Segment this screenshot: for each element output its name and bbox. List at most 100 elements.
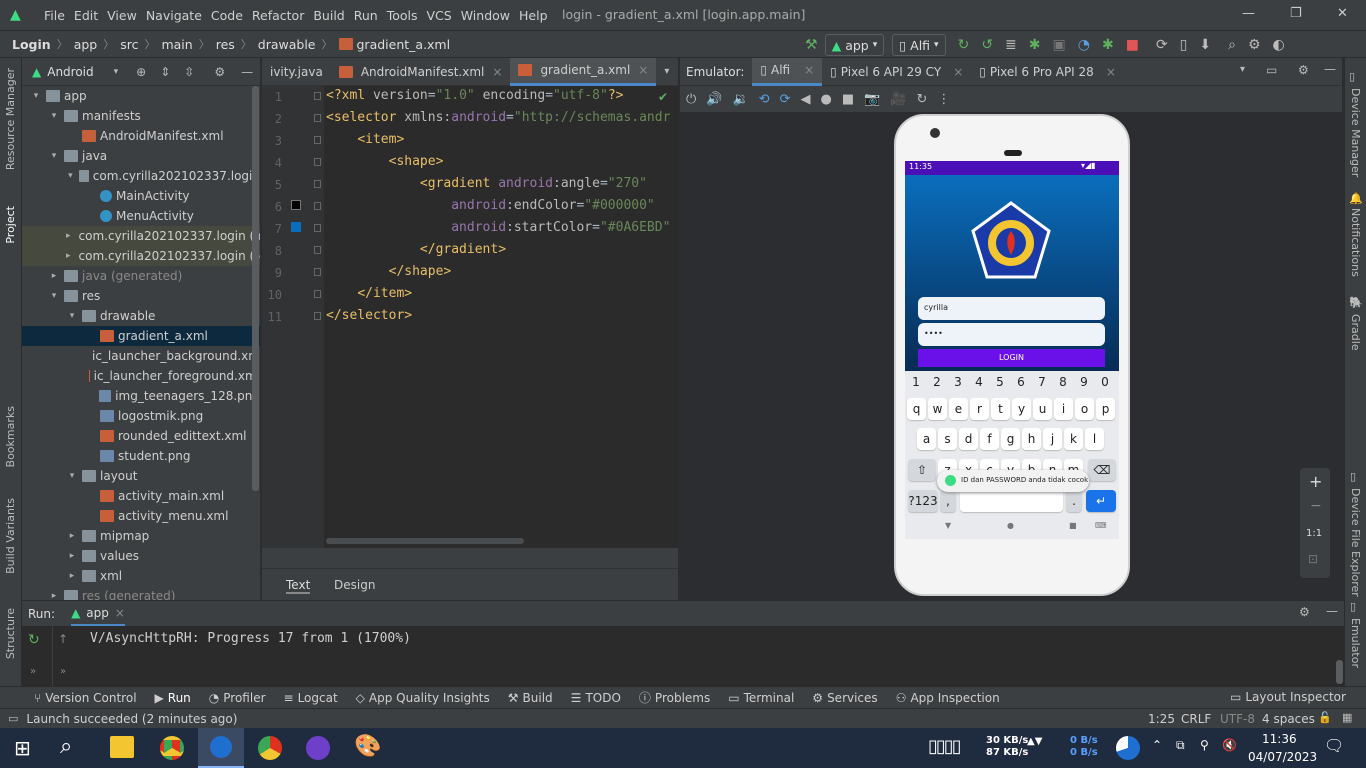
enter-key-icon[interactable]: ↵ <box>1086 490 1116 512</box>
color-swatch-blue[interactable] <box>291 222 301 232</box>
hide-icon[interactable]: — <box>1326 604 1338 618</box>
status-message[interactable]: Launch succeeded (2 minutes ago) <box>26 712 237 726</box>
coverage-icon[interactable]: ✱ <box>1102 37 1114 53</box>
speaker-muted-icon[interactable]: 🔇 <box>1222 738 1237 752</box>
fold-marker-icon[interactable] <box>314 114 321 122</box>
rotate-left-icon[interactable]: ⟲ <box>759 92 770 107</box>
run-config-select[interactable]: ▲ app ▾ <box>824 34 885 56</box>
nav-back-icon[interactable]: ▼ <box>945 521 951 530</box>
space-key[interactable] <box>960 490 1063 512</box>
key-h[interactable]: h <box>1022 428 1041 450</box>
chevron-down-icon[interactable]: ▾ <box>1240 64 1245 75</box>
rotate-right-icon[interactable]: ⟳ <box>780 92 791 107</box>
key-t[interactable]: t <box>991 398 1010 420</box>
tool-window-terminal[interactable]: ▭ Terminal <box>728 691 794 705</box>
tree-item[interactable]: ▾ drawable <box>22 306 260 326</box>
device-manager-icon[interactable]: ▯ <box>1180 37 1188 53</box>
expand-arrow-icon[interactable]: ▸ <box>66 551 78 561</box>
profiler-icon[interactable]: ◔ <box>1078 37 1090 53</box>
volume-up-icon[interactable]: 🔊 <box>706 92 722 107</box>
window-mode-icon[interactable]: ▭ <box>1266 63 1277 77</box>
key-p[interactable]: p <box>1096 398 1115 420</box>
project-tab[interactable]: Project <box>4 206 17 244</box>
clock-time[interactable]: 11:36 <box>1262 732 1297 746</box>
tree-item[interactable]: student.png <box>22 446 260 466</box>
windows-start-icon[interactable]: ⊞ <box>14 736 31 760</box>
expand-icon-2[interactable]: » <box>60 666 66 677</box>
key-r[interactable]: r <box>970 398 989 420</box>
zoom-fit-icon[interactable]: ⊡ <box>1308 552 1318 566</box>
close-tab-icon[interactable]: × <box>115 606 125 620</box>
tree-item[interactable]: logostmik.png <box>22 406 260 426</box>
emulator-icon[interactable]: ▯ <box>1350 600 1356 613</box>
screenshot-icon[interactable]: 📷 <box>864 92 880 107</box>
close-tab-icon[interactable]: × <box>492 65 502 79</box>
key-1[interactable]: 1 <box>907 371 925 393</box>
tab-list-chevron-icon[interactable]: ▾ <box>664 66 669 77</box>
tool-window-logcat[interactable]: ≡ Logcat <box>284 691 338 705</box>
tree-item[interactable]: img_teenagers_128.png <box>22 386 260 406</box>
key-s[interactable]: s <box>938 428 957 450</box>
breadcrumb-item[interactable]: res <box>216 37 235 52</box>
key-a[interactable]: a <box>917 428 936 450</box>
key-8[interactable]: 8 <box>1054 371 1072 393</box>
menu-item-build[interactable]: Build <box>313 8 344 23</box>
emulator-tab[interactable]: Emulator <box>1349 618 1362 668</box>
console-scrollbar[interactable] <box>1336 660 1343 684</box>
key-5[interactable]: 5 <box>991 371 1009 393</box>
search-icon[interactable]: ⌕ <box>1228 37 1236 53</box>
expand-arrow-icon[interactable]: ▸ <box>48 271 60 281</box>
expand-arrow-icon[interactable]: ▾ <box>66 471 78 481</box>
bookmarks-tab[interactable]: Bookmarks <box>4 406 17 467</box>
logcat-icon[interactable]: ≣ <box>1005 37 1017 53</box>
tree-item[interactable]: MenuActivity <box>22 206 260 226</box>
menu-item-window[interactable]: Window <box>461 8 510 23</box>
backspace-key-icon[interactable]: ⌫ <box>1088 459 1116 481</box>
tool-window-version-control[interactable]: ⑂ Version Control <box>34 691 137 705</box>
notifications-tab[interactable]: Notifications <box>1349 208 1362 277</box>
expand-arrow-icon[interactable]: ▸ <box>66 251 71 261</box>
tree-item[interactable]: ▸ java (generated) <box>22 266 260 286</box>
breadcrumb-item[interactable]: Login <box>12 37 51 52</box>
snapshot-icon[interactable]: ↻ <box>917 92 928 107</box>
expand-arrow-icon[interactable]: ▸ <box>66 231 71 241</box>
memory-icon[interactable]: ▦ <box>1342 711 1352 724</box>
nav-recents-icon[interactable]: ■ <box>1069 521 1077 530</box>
tool-window-problems[interactable]: ⓘ Problems <box>639 689 710 706</box>
close-tab-icon[interactable]: × <box>953 65 963 79</box>
tree-item[interactable]: gradient_a.xml <box>22 326 260 346</box>
debug-icon[interactable]: ✱ <box>1029 37 1041 53</box>
build-variants-tab[interactable]: Build Variants <box>4 498 17 574</box>
key-3[interactable]: 3 <box>949 371 967 393</box>
menu-item-code[interactable]: Code <box>211 8 243 23</box>
fold-marker-icon[interactable] <box>314 268 321 276</box>
tab-android-manifest[interactable]: AndroidManifest.xml × <box>331 58 511 86</box>
chevron-up-icon[interactable]: ⌃ <box>1152 738 1162 752</box>
apply-changes-icon[interactable]: ↻ <box>958 37 970 53</box>
tree-item[interactable]: ic_launcher_foreground.xml <box>22 366 260 386</box>
chrome-icon-2[interactable] <box>258 736 282 760</box>
expand-arrow-icon[interactable]: ▾ <box>66 311 78 321</box>
expand-arrow-icon[interactable]: ▾ <box>48 151 60 161</box>
menu-item-edit[interactable]: Edit <box>74 8 98 23</box>
wifi-icon[interactable]: ⚲ <box>1200 738 1209 752</box>
gear-icon[interactable]: ⚙ <box>214 65 225 79</box>
lock-icon[interactable]: 🔓 <box>1318 711 1332 724</box>
file-explorer-icon[interactable] <box>110 736 134 758</box>
tree-scrollbar[interactable] <box>252 86 259 491</box>
tree-item[interactable]: ▸ com.cyrilla202102337.login (an <box>22 226 260 246</box>
volume-down-icon[interactable]: 🔉 <box>732 92 748 107</box>
project-view-select[interactable]: Android <box>47 65 93 79</box>
sync-project-icon[interactable]: ⟳ <box>1156 37 1168 53</box>
tool-window-services[interactable]: ⚙ Services <box>812 691 877 705</box>
hide-icon[interactable]: — <box>241 65 253 79</box>
menu-item-file[interactable]: File <box>44 8 65 23</box>
key-w[interactable]: w <box>928 398 947 420</box>
fold-marker-icon[interactable] <box>314 290 321 298</box>
hide-icon[interactable]: — <box>1324 62 1336 76</box>
comma-key[interactable]: , <box>940 490 956 512</box>
run-config-tab[interactable]: ▲ app × <box>71 602 125 626</box>
keyboard-switch-icon[interactable]: ⌨ <box>1095 521 1107 530</box>
key-l[interactable]: l <box>1085 428 1104 450</box>
search-icon[interactable]: ⌕ <box>60 734 72 759</box>
